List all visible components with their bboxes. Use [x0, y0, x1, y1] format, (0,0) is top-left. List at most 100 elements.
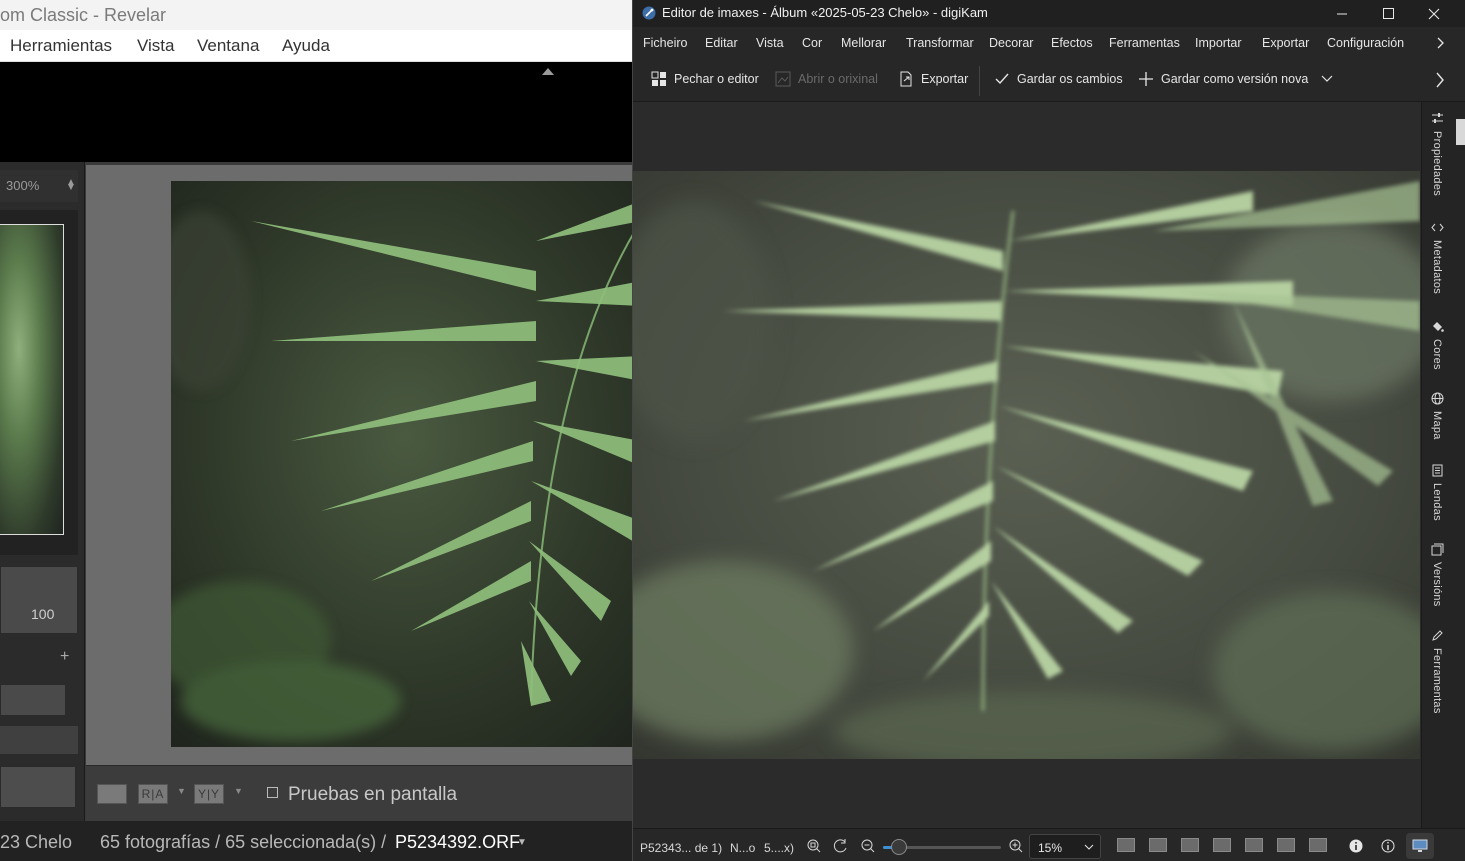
status-file: P52343... de 1): [640, 841, 723, 855]
digikam-app-icon: [642, 6, 656, 20]
minimize-button[interactable]: [1319, 0, 1365, 27]
view-mode-4-icon[interactable]: [1213, 838, 1231, 852]
dk-menu-exportar[interactable]: Exportar: [1262, 36, 1309, 50]
lr-zoom-spinner-icon[interactable]: ▲ ▼: [66, 178, 76, 193]
dk-menu-configuracion[interactable]: Configuración: [1327, 36, 1404, 50]
globe-icon: [1431, 392, 1443, 405]
save-changes-label: Gardar os cambios: [1017, 72, 1123, 86]
dk-menu-decorar[interactable]: Decorar: [989, 36, 1033, 50]
lr-filename-caret-icon[interactable]: ▼: [517, 837, 527, 848]
dk-menu-transformar[interactable]: Transformar: [906, 36, 974, 50]
close-editor-label: Pechar o editor: [674, 72, 759, 86]
zoom-in-icon[interactable]: [1007, 838, 1025, 854]
digikam-editor-window: Editor de imaxes - Álbum «2025-05-23 Che…: [632, 0, 1465, 861]
tab-mapa[interactable]: Mapa: [1425, 392, 1449, 440]
tab-versions-label: Versións: [1431, 562, 1443, 607]
lr-menu-ayuda[interactable]: Ayuda: [282, 36, 330, 56]
lr-collapse-top-icon[interactable]: [542, 68, 554, 75]
save-changes-button[interactable]: Gardar os cambios: [994, 69, 1123, 89]
zoom-level-select[interactable]: 15%: [1029, 834, 1101, 859]
lr-soft-proof-checkbox[interactable]: [267, 787, 278, 798]
lr-compare-yy-icon[interactable]: Y|Y: [194, 784, 224, 804]
view-mode-5-icon[interactable]: [1245, 838, 1263, 852]
lr-panel-row: [0, 726, 78, 754]
close-editor-button[interactable]: Pechar o editor: [651, 69, 759, 89]
monitor-icon: [1412, 839, 1428, 852]
chevron-down-icon[interactable]: [1321, 75, 1333, 83]
close-editor-icon: [651, 71, 666, 86]
export-button[interactable]: Exportar: [898, 69, 968, 89]
rotate-icon[interactable]: [832, 838, 850, 854]
dk-menu-cor[interactable]: Cor: [802, 36, 822, 50]
lr-navigator-preview[interactable]: [0, 224, 64, 535]
zoom-out-icon[interactable]: [859, 838, 877, 854]
lr-top-panel: [0, 62, 640, 162]
info-filled-button[interactable]: [1342, 833, 1370, 859]
zoom-fit-icon[interactable]: [805, 838, 823, 854]
lr-main-photo[interactable]: [171, 181, 640, 747]
zoom-slider-handle[interactable]: [891, 839, 907, 855]
status-info-name: N...o: [730, 841, 756, 855]
info-filled-icon: [1349, 839, 1363, 853]
view-mode-2-icon[interactable]: [1149, 838, 1167, 852]
lr-loupe-view-icon[interactable]: [97, 784, 127, 804]
lr-current-filename[interactable]: P5234392.ORF: [395, 832, 520, 853]
maximize-button[interactable]: [1365, 0, 1411, 27]
display-mode-button[interactable]: [1406, 833, 1434, 859]
lr-folder-name[interactable]: 23 Chelo: [0, 832, 72, 853]
zoom-level-value: 15%: [1038, 841, 1063, 855]
dk-menu-ferramentas[interactable]: Ferramentas: [1109, 36, 1180, 50]
lr-compare-ra-caret-icon[interactable]: ▼: [177, 786, 186, 796]
lr-input-field[interactable]: [0, 684, 66, 716]
active-tab-indicator: [1456, 119, 1465, 145]
dk-menubar: Ficheiro Editar Vista Cor Mellorar Trans…: [633, 27, 1465, 58]
tab-versions[interactable]: Versións: [1425, 543, 1449, 607]
plus-icon: [1139, 72, 1153, 86]
dk-menu-mellorar[interactable]: Mellorar: [841, 36, 886, 50]
open-original-button[interactable]: Abrir o orixinal: [775, 69, 878, 89]
lr-menu-ventana[interactable]: Ventana: [197, 36, 259, 56]
lightroom-title: om Classic - Revelar: [0, 0, 640, 30]
close-button[interactable]: [1411, 0, 1457, 27]
lr-menu-herramientas[interactable]: Herramientas: [10, 36, 112, 56]
lr-panel-value: 100: [31, 606, 55, 622]
lr-compare-ra-icon[interactable]: R|A: [138, 784, 168, 804]
lr-photo-counts: 65 fotografías / 65 seleccionada(s) /: [100, 832, 387, 852]
tab-lendas[interactable]: Lendas: [1425, 464, 1449, 521]
lightroom-menubar: Herramientas Vista Ventana Ayuda: [0, 30, 640, 62]
view-mode-7-icon[interactable]: [1309, 838, 1327, 852]
dk-toolbar: Pechar o editor Abrir o orixinal Exporta…: [633, 58, 1465, 102]
save-new-version-label: Gardar como versión nova: [1161, 72, 1309, 86]
view-mode-6-icon[interactable]: [1277, 838, 1295, 852]
toolbar-overflow-chevron-icon[interactable]: [1435, 72, 1445, 88]
tab-cores[interactable]: Cores: [1425, 320, 1449, 370]
minimize-icon: [1336, 13, 1347, 15]
dk-menu-ficheiro[interactable]: Ficheiro: [643, 36, 687, 50]
menu-overflow-chevron-icon[interactable]: [1437, 37, 1445, 49]
save-new-version-button[interactable]: Gardar como versión nova: [1138, 69, 1333, 89]
export-label: Exportar: [921, 72, 969, 86]
dk-edited-photo[interactable]: [633, 171, 1420, 759]
lr-compare-yy-caret-icon[interactable]: ▼: [234, 786, 243, 796]
maximize-icon: [1382, 8, 1394, 19]
dk-menu-importar[interactable]: Importar: [1195, 36, 1242, 50]
view-mode-1-icon[interactable]: [1117, 838, 1135, 852]
tab-ferramentas[interactable]: Ferramentas: [1425, 629, 1449, 714]
lr-panel-button[interactable]: [0, 766, 76, 808]
export-icon: [900, 71, 912, 87]
sliders-icon: [1431, 113, 1443, 123]
lr-menu-vista[interactable]: Vista: [137, 36, 175, 56]
dk-menu-vista[interactable]: Vista: [756, 36, 784, 50]
view-mode-3-icon[interactable]: [1181, 838, 1199, 852]
close-icon: [1428, 8, 1440, 19]
tab-propiedades[interactable]: Propiedades: [1425, 112, 1449, 196]
paint-bucket-icon: [1432, 322, 1444, 332]
lr-panel-field: [0, 566, 78, 634]
dk-menu-editar[interactable]: Editar: [705, 36, 738, 50]
lr-add-preset-icon[interactable]: +: [60, 648, 69, 666]
tab-metadatos[interactable]: Metadatos: [1425, 221, 1449, 294]
open-original-icon: [775, 71, 791, 87]
info-outline-icon: [1381, 839, 1395, 853]
info-outline-button[interactable]: [1374, 833, 1402, 859]
dk-menu-efectos[interactable]: Efectos: [1051, 36, 1093, 50]
